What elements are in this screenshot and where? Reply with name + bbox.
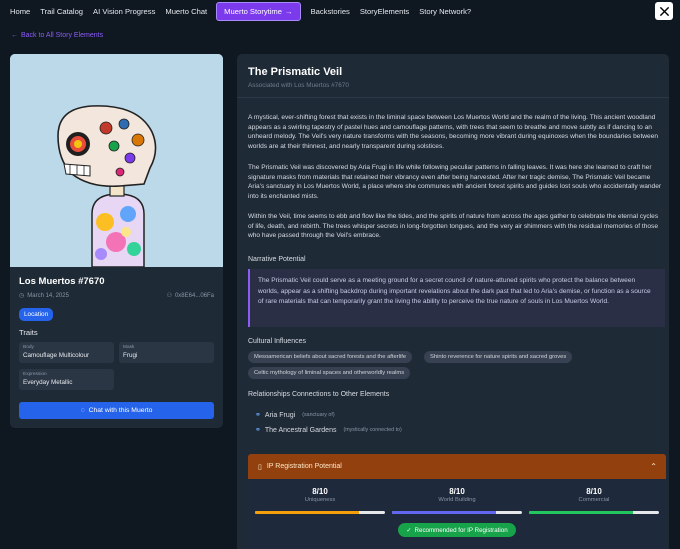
- nav-story-network[interactable]: Story Network?: [419, 7, 471, 16]
- relationship-item[interactable]: ⚭ Aria Frugi (sanctuary of): [255, 411, 335, 420]
- ip-registration-panel: ▯ IP Registration Potential ⌃ 8/10 Uniqu…: [248, 454, 666, 549]
- x-logo-icon: [659, 6, 669, 16]
- chat-button-label: Chat with this Muerto: [88, 407, 153, 414]
- metric-bar: [529, 511, 659, 514]
- trait-key: Mask: [123, 345, 135, 350]
- nav-backstories[interactable]: Backstories: [311, 7, 350, 16]
- x-social-button[interactable]: [655, 2, 673, 20]
- relationships-heading: Relationships Connections to Other Eleme…: [248, 391, 390, 398]
- cultural-chip: Celtic mythology of liminal spaces and o…: [248, 367, 411, 379]
- arrow-right-icon: →: [285, 6, 293, 16]
- muerto-image: [10, 54, 223, 268]
- description-paragraph-3: Within the Veil, time seems to ebb and f…: [248, 213, 659, 240]
- metric-uniqueness: 8/10 Uniqueness: [255, 487, 385, 514]
- relationship-item[interactable]: ⚭ The Ancestral Gardens (mystically conn…: [255, 426, 402, 435]
- metric-bar-fill: [255, 511, 359, 514]
- trait-body: Body Camouflage Multicolour: [19, 342, 114, 363]
- nav-story-elements[interactable]: StoryElements: [360, 7, 409, 16]
- trait-value: Frugi: [123, 352, 138, 359]
- location-badge: Location: [19, 308, 54, 321]
- check-icon: ✓: [406, 526, 412, 534]
- link-icon: ⚭: [255, 427, 261, 434]
- nav-trail-catalog[interactable]: Trail Catalog: [40, 7, 83, 16]
- cultural-heading: Cultural Influences: [248, 338, 306, 345]
- metric-commercial: 8/10 Commercial: [529, 487, 659, 514]
- ip-registration-heading: IP Registration Potential: [266, 463, 342, 470]
- metric-value: 8/10: [449, 487, 465, 496]
- nav-active-label: Muerto Storytime: [224, 6, 282, 16]
- narrative-heading: Narrative Potential: [248, 256, 306, 263]
- recommendation-label: Recommended for IP Registration: [414, 526, 508, 534]
- link-icon: ⚭: [255, 412, 261, 419]
- story-element-header: The Prismatic Veil Associated with Los M…: [237, 54, 669, 98]
- metric-bar-fill: [529, 511, 633, 514]
- nav-ai-vision-progress[interactable]: AI Vision Progress: [93, 7, 155, 16]
- relationship-name: Aria Frugi: [264, 411, 296, 419]
- chat-with-muerto-button[interactable]: ◌ Chat with this Muerto: [19, 402, 214, 419]
- chevron-up-icon: ⌃: [650, 462, 657, 471]
- trait-key: Expression: [23, 372, 47, 377]
- arrow-left-icon: ←: [11, 32, 18, 39]
- story-element-subtitle: Associated with Los Muertos #7670: [248, 82, 349, 89]
- description-paragraph-1: A mystical, ever-shifting forest that ex…: [248, 114, 659, 150]
- nav-muerto-storytime[interactable]: Muerto Storytime →: [216, 1, 301, 21]
- muerto-title: Los Muertos #7670: [19, 276, 105, 287]
- trait-value: Everyday Metallic: [23, 379, 73, 386]
- metric-label: Commercial: [578, 497, 610, 503]
- metric-value: 8/10: [312, 487, 328, 496]
- muerto-date-text: March 14, 2025: [27, 292, 69, 299]
- metric-bar-fill: [392, 511, 496, 514]
- muerto-artwork: [10, 54, 223, 268]
- relationship-name: The Ancestral Gardens: [264, 426, 337, 434]
- trait-value: Camouflage Multicolour: [23, 352, 90, 359]
- relationship-type: (sanctuary of): [302, 412, 335, 418]
- metric-value: 8/10: [586, 487, 602, 496]
- user-icon: ⚇: [166, 293, 172, 299]
- cultural-chip: Shinto reverence for nature spirits and …: [424, 351, 573, 363]
- story-element-title: The Prismatic Veil: [248, 66, 343, 78]
- metric-label: Uniqueness: [304, 497, 336, 503]
- muerto-date: ◷ March 14, 2025: [19, 292, 69, 300]
- narrative-box: The Prismatic Veil could serve as a meet…: [248, 269, 665, 327]
- trait-key: Body: [23, 345, 34, 350]
- metric-world-building: 8/10 World Building: [392, 487, 522, 514]
- traits-heading: Traits: [19, 328, 38, 337]
- relationship-type: (mystically connected to): [343, 427, 402, 433]
- recommendation-badge: ✓ Recommended for IP Registration: [398, 523, 516, 537]
- trait-expression: Expression Everyday Metallic: [19, 369, 114, 390]
- muerto-card: Los Muertos #7670 ◷ March 14, 2025 ⚇ 0x8…: [10, 54, 223, 428]
- muerto-address: ⚇ 0x8E64...06Fa: [166, 292, 214, 300]
- back-link-label: Back to All Story Elements: [21, 32, 104, 39]
- metric-bar: [392, 511, 522, 514]
- document-icon: ▯: [258, 463, 262, 471]
- clock-icon: ◷: [19, 293, 25, 299]
- cultural-chip: Mesoamerican beliefs about sacred forest…: [248, 351, 413, 363]
- nav-home[interactable]: Home: [10, 7, 30, 16]
- description-paragraph-2: The Prismatic Veil was discovered by Ari…: [248, 164, 662, 200]
- ip-registration-header[interactable]: ▯ IP Registration Potential ⌃: [248, 454, 666, 479]
- metric-label: World Building: [438, 497, 476, 503]
- metric-bar: [255, 511, 385, 514]
- muerto-address-text: 0x8E64...06Fa: [174, 292, 214, 299]
- top-nav: Home Trail Catalog AI Vision Progress Mu…: [0, 0, 680, 22]
- chat-bubble-icon: ◌: [80, 407, 85, 414]
- trait-mask: Mask Frugi: [119, 342, 214, 363]
- story-element-panel: The Prismatic Veil Associated with Los M…: [237, 54, 669, 549]
- nav-muerto-chat[interactable]: Muerto Chat: [165, 7, 207, 16]
- back-link[interactable]: ← Back to All Story Elements: [11, 32, 103, 39]
